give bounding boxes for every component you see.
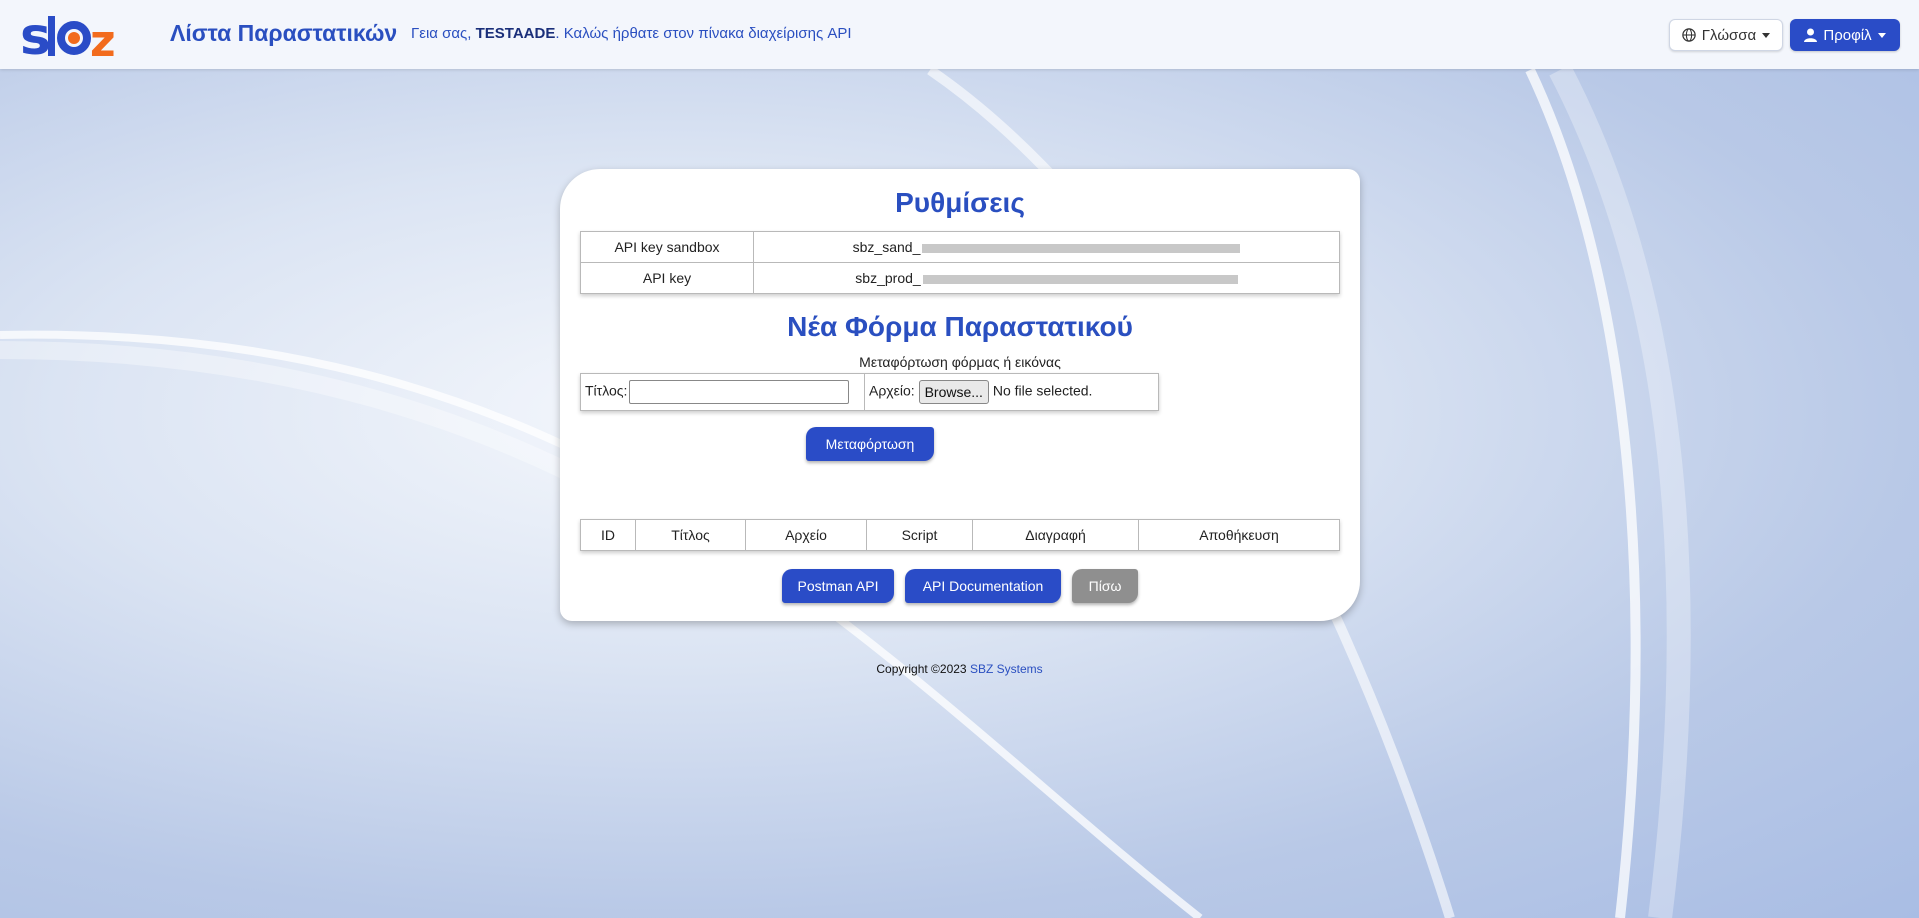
api-key-sandbox-label: API key sandbox	[580, 231, 754, 263]
svg-text:s: s	[20, 10, 49, 60]
title-label: Τίτλος:	[585, 382, 628, 399]
table-row: API key sandbox sbz_sand_	[580, 231, 1340, 263]
profile-button[interactable]: Προφίλ	[1790, 19, 1900, 51]
upload-caption: Μεταφόρτωση φόρμας ή εικόνας	[859, 354, 1061, 370]
upload-form: Τίτλος: Αρχείο: Browse... No file select…	[580, 373, 1159, 411]
page-title: Λίστα Παραστατικών	[170, 20, 398, 46]
chevron-down-icon	[1762, 32, 1771, 38]
file-label: Αρχείο:	[869, 382, 915, 399]
user-icon	[1804, 28, 1818, 42]
col-script[interactable]: Script	[866, 519, 973, 551]
main-card: Ρυθμίσεις API key sandbox sbz_sand_ API …	[560, 169, 1360, 621]
profile-label: Προφίλ	[1823, 26, 1872, 44]
redacted-key	[922, 243, 1241, 253]
new-form-heading: Νέα Φόρμα Παραστατικού	[787, 311, 1133, 342]
col-delete[interactable]: Διαγραφή	[972, 519, 1139, 551]
language-label: Γλώσσα	[1701, 26, 1757, 44]
col-id[interactable]: ID	[580, 519, 636, 551]
col-file[interactable]: Αρχείο	[745, 519, 867, 551]
back-button[interactable]: Πίσω	[1072, 569, 1138, 603]
svg-text:z: z	[90, 16, 116, 60]
file-cell: Αρχείο: Browse... No file selected.	[864, 373, 1159, 411]
language-button[interactable]: Γλώσσα	[1669, 19, 1783, 51]
chevron-down-icon	[1877, 32, 1886, 38]
username: TESTAADE	[475, 25, 556, 42]
welcome-message: Γεια σας, TESTAADE. Καλώς ήρθατε στον πί…	[411, 25, 852, 42]
col-title[interactable]: Τίτλος	[635, 519, 746, 551]
greeting-prefix: Γεια σας,	[411, 25, 472, 42]
api-documentation-button[interactable]: API Documentation	[905, 569, 1061, 603]
api-keys-table: API key sandbox sbz_sand_ API key sbz_pr…	[580, 231, 1340, 294]
action-buttons: Postman API API Documentation Πίσω	[560, 569, 1360, 603]
redacted-key	[922, 274, 1238, 284]
title-cell: Τίτλος:	[580, 373, 865, 411]
top-navbar: s z Λίστα Παραστατικών Γεια σας, TESTAAD…	[0, 0, 1919, 69]
api-key-label: API key	[580, 262, 754, 294]
postman-api-button[interactable]: Postman API	[782, 569, 894, 603]
col-save[interactable]: Αποθήκευση	[1138, 519, 1340, 551]
settings-heading: Ρυθμίσεις	[895, 187, 1025, 218]
table-header-row: ID Τίτλος Αρχείο Script Διαγραφή Αποθήκε…	[580, 519, 1340, 551]
api-key-value: sbz_prod_	[753, 262, 1340, 294]
footer: Copyright ©2023 SBZ Systems	[0, 662, 1919, 676]
company-link[interactable]: SBZ Systems	[970, 662, 1043, 676]
globe-icon	[1682, 28, 1696, 42]
title-input[interactable]	[629, 380, 850, 404]
greeting-suffix: . Καλώς ήρθατε στον πίνακα διαχείρισης A…	[555, 25, 852, 42]
file-status: No file selected.	[992, 382, 1093, 399]
documents-table: ID Τίτλος Αρχείο Script Διαγραφή Αποθήκε…	[580, 519, 1340, 551]
browse-button[interactable]: Browse...	[918, 380, 989, 404]
copyright-text: Copyright ©2023	[876, 662, 967, 676]
table-row: API key sbz_prod_	[580, 262, 1340, 294]
upload-button[interactable]: Μεταφόρτωση	[806, 427, 934, 461]
sbz-logo[interactable]: s z	[20, 10, 128, 60]
api-key-sandbox-value: sbz_sand_	[753, 231, 1340, 263]
